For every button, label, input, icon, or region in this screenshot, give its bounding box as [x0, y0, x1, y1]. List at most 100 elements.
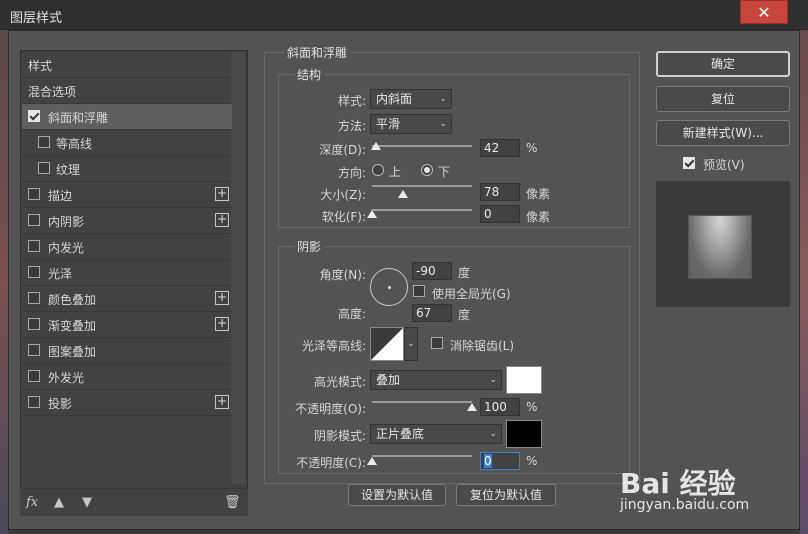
add-style-icon[interactable]: +: [215, 317, 229, 331]
style-list-item-label: 外发光: [48, 371, 85, 385]
style-list-item[interactable]: 颜色叠加 +: [22, 286, 232, 312]
background-edge-left: [0, 30, 8, 534]
style-list-item[interactable]: 渐变叠加 +: [22, 312, 232, 338]
style-enable-checkbox[interactable]: [28, 344, 40, 356]
arrow-down-icon[interactable]: ▼: [82, 495, 92, 510]
size-input[interactable]: 78: [480, 183, 520, 201]
size-slider-thumb[interactable]: [398, 190, 408, 198]
style-enable-checkbox[interactable]: [28, 396, 40, 408]
style-list-item[interactable]: 描边 +: [22, 182, 232, 208]
fx-button[interactable]: fx: [26, 495, 38, 510]
new-style-button[interactable]: 新建样式(W)...: [656, 120, 790, 146]
ok-button[interactable]: 确定: [656, 51, 790, 77]
angle-label: 角度(N):: [319, 268, 366, 282]
style-enable-checkbox[interactable]: [28, 370, 40, 382]
soften-input[interactable]: 0: [480, 205, 520, 223]
chevron-down-icon: ⌄: [439, 94, 447, 104]
close-button[interactable]: ✕: [740, 0, 788, 24]
technique-select[interactable]: 平滑 ⌄: [370, 114, 452, 134]
trash-icon[interactable]: 🗑: [224, 495, 241, 510]
style-select[interactable]: 内斜面 ⌄: [370, 89, 452, 109]
depth-input[interactable]: 42: [480, 139, 520, 157]
angle-dial[interactable]: [370, 268, 408, 306]
highlight-color-swatch[interactable]: [506, 366, 542, 394]
gloss-contour-dropdown[interactable]: ⌄: [404, 327, 418, 361]
add-style-icon[interactable]: +: [215, 213, 229, 227]
style-enable-checkbox[interactable]: [38, 162, 50, 174]
highlight-opacity-unit: %: [526, 400, 538, 414]
preview-checkbox[interactable]: [683, 157, 695, 169]
style-list-item[interactable]: 内发光: [22, 234, 232, 260]
style-enable-checkbox[interactable]: [28, 240, 40, 252]
style-list-item[interactable]: 图案叠加: [22, 338, 232, 364]
style-list-item[interactable]: 斜面和浮雕: [22, 104, 232, 130]
shadow-opacity-input[interactable]: 0: [480, 452, 520, 470]
style-enable-checkbox[interactable]: [28, 188, 40, 200]
add-style-icon[interactable]: +: [215, 395, 229, 409]
global-light-label: 使用全局光(G): [432, 287, 511, 301]
style-list-item-label: 图案叠加: [48, 345, 97, 359]
close-icon: ✕: [757, 3, 771, 22]
style-list-item[interactable]: 混合选项: [22, 78, 232, 104]
angle-dial-center: [388, 286, 391, 289]
altitude-label: 高度:: [337, 307, 366, 321]
gloss-contour-preview[interactable]: [370, 327, 404, 361]
soften-slider-track[interactable]: [372, 209, 472, 211]
reset-button[interactable]: 复位: [656, 86, 790, 112]
shadow-mode-select[interactable]: 正片叠底 ⌄: [370, 424, 502, 444]
style-enable-checkbox[interactable]: [28, 266, 40, 278]
depth-slider-track[interactable]: [372, 145, 472, 147]
style-enable-checkbox[interactable]: [28, 318, 40, 330]
watermark-url: jingyan.baidu.com: [620, 497, 750, 513]
arrow-up-icon[interactable]: ▲: [54, 495, 64, 510]
watermark-logo: Bai 经验: [620, 467, 736, 500]
style-list-item[interactable]: 样式: [22, 52, 232, 78]
antialias-label: 消除锯齿(L): [450, 339, 515, 353]
style-list-item[interactable]: 纹理: [22, 156, 232, 182]
highlight-opacity-track[interactable]: [372, 401, 472, 403]
highlight-mode-select[interactable]: 叠加 ⌄: [370, 370, 502, 390]
style-enable-checkbox[interactable]: [38, 136, 50, 148]
global-light-checkbox[interactable]: [413, 285, 425, 297]
altitude-unit: 度: [458, 308, 471, 322]
style-list-item[interactable]: 投影 +: [22, 390, 232, 416]
style-list-item[interactable]: 内阴影 +: [22, 208, 232, 234]
shadow-color-swatch[interactable]: [506, 420, 542, 448]
direction-up-radio[interactable]: [372, 164, 384, 176]
shadow-opacity-track[interactable]: [372, 455, 472, 457]
angle-input[interactable]: -90: [412, 262, 452, 280]
soften-slider-thumb[interactable]: [367, 210, 377, 218]
section-title: 斜面和浮雕: [284, 44, 351, 61]
style-list-item[interactable]: 等高线: [22, 130, 232, 156]
shadow-opacity-thumb[interactable]: [367, 457, 377, 465]
style-enable-checkbox[interactable]: [28, 214, 40, 226]
style-list-item-label: 投影: [48, 397, 73, 411]
style-list-item-label: 内发光: [48, 241, 85, 255]
style-list-item[interactable]: 外发光: [22, 364, 232, 390]
add-style-icon[interactable]: +: [215, 187, 229, 201]
direction-down-label: 下: [438, 165, 451, 179]
style-enable-checkbox[interactable]: [28, 110, 40, 122]
add-style-icon[interactable]: +: [215, 291, 229, 305]
size-slider-track[interactable]: [372, 185, 472, 187]
make-default-button[interactable]: 设置为默认值: [348, 484, 446, 506]
direction-down-radio[interactable]: [421, 164, 433, 176]
angle-unit: 度: [458, 266, 471, 280]
chevron-down-icon: ⌄: [439, 119, 447, 129]
highlight-opacity-input[interactable]: 100: [480, 398, 520, 416]
style-list-item-label: 颜色叠加: [48, 293, 97, 307]
depth-slider-thumb[interactable]: [371, 142, 381, 150]
technique-label: 方法:: [337, 119, 366, 133]
soften-label: 软化(F):: [321, 210, 366, 224]
antialias-checkbox[interactable]: [431, 337, 443, 349]
depth-label: 深度(D):: [319, 143, 366, 157]
style-list-scrollbar[interactable]: [231, 52, 245, 484]
reset-default-button[interactable]: 复位为默认值: [456, 484, 556, 506]
style-enable-checkbox[interactable]: [28, 292, 40, 304]
highlight-opacity-thumb[interactable]: [467, 403, 477, 411]
chevron-down-icon: ⌄: [489, 429, 497, 439]
altitude-input[interactable]: 67: [412, 304, 452, 322]
style-list-item[interactable]: 光泽: [22, 260, 232, 286]
style-list-item-label: 斜面和浮雕: [48, 111, 109, 125]
size-label: 大小(Z):: [320, 188, 366, 202]
